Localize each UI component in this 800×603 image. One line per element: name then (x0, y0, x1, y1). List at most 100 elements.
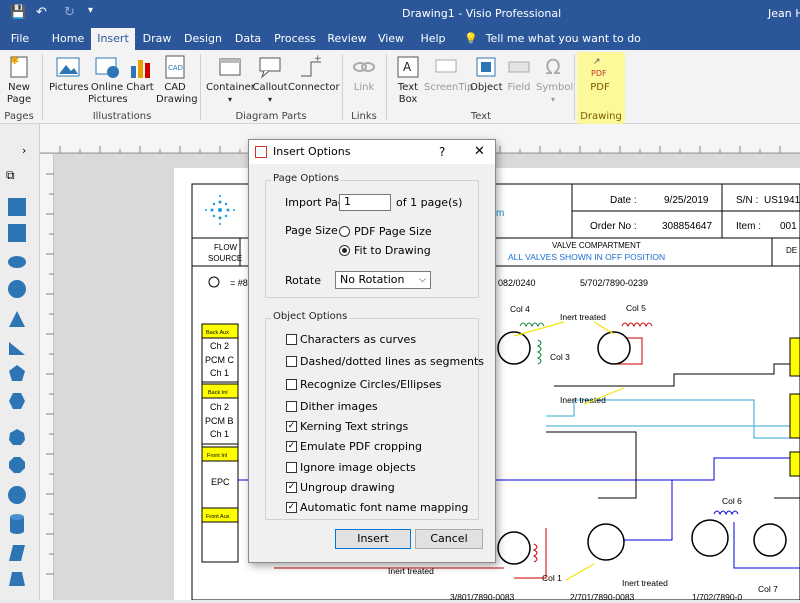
pentagon-shape[interactable] (8, 364, 26, 382)
user-name[interactable]: Jean Ha (768, 7, 800, 20)
tab-design[interactable]: Design (182, 28, 224, 50)
container-button[interactable]: Container ▾ (206, 54, 255, 106)
emulate-cropping-checkbox[interactable]: ✓ (286, 441, 297, 452)
tab-file[interactable]: File (6, 28, 34, 50)
save-icon[interactable]: 💾 (10, 5, 26, 20)
inert-treated-label: Inert treated (622, 578, 668, 588)
import-page-input[interactable]: 1 (339, 194, 391, 211)
back-inl-label: Back Inl (208, 390, 228, 396)
rectangle-shape[interactable] (8, 224, 26, 242)
trapezoid-shape[interactable] (8, 570, 26, 588)
part-number-bottom-3: 1/702/7890-0 (692, 592, 742, 600)
tab-draw[interactable]: Draw (140, 28, 174, 50)
help-button[interactable]: ? (439, 140, 445, 164)
heptagon-shape[interactable] (8, 428, 26, 446)
can-shape[interactable] (8, 514, 26, 534)
callout-button[interactable]: Callout ▾ (252, 54, 288, 106)
field-button[interactable]: Field (504, 54, 534, 94)
svg-text:CAD: CAD (168, 64, 183, 72)
insert-button[interactable]: Insert (335, 529, 411, 549)
cad-drawing-button[interactable]: CAD CAD Drawing (156, 54, 198, 106)
expand-panel-icon[interactable]: › (22, 144, 26, 157)
field-label: Field (507, 82, 531, 93)
shapes-stencil-icon[interactable]: ⧉ (6, 168, 15, 183)
right-triangle-shape[interactable] (8, 338, 26, 356)
link-button[interactable]: Link (350, 54, 378, 94)
ignore-images-label[interactable]: Ignore image objects (300, 461, 416, 474)
pdf-page-size-label[interactable]: PDF Page Size (354, 225, 432, 238)
online-pictures-button[interactable]: Online Pictures (88, 54, 128, 106)
pictures-button[interactable]: Pictures (49, 54, 89, 94)
ungroup-drawing-label[interactable]: Ungroup drawing (300, 481, 395, 494)
close-button[interactable]: ✕ (474, 140, 485, 164)
dialog-title-bar[interactable]: Insert Options ? ✕ (249, 140, 495, 164)
screentip-button[interactable]: ScreenTip (424, 54, 473, 94)
undo-icon[interactable]: ↶ (36, 5, 47, 20)
font-mapping-label[interactable]: Automatic font name mapping (300, 501, 468, 514)
ellipse-shape[interactable] (8, 256, 26, 268)
redo-icon[interactable]: ↻ (64, 5, 75, 20)
characters-as-curves-checkbox[interactable] (286, 334, 297, 345)
emulate-cropping-label[interactable]: Emulate PDF cropping (300, 440, 422, 453)
pdf-button[interactable]: ↗ PDF PDF (584, 54, 616, 94)
dashed-lines-checkbox[interactable] (286, 356, 297, 367)
dither-images-label[interactable]: Dither images (300, 400, 378, 413)
parallelogram-shape[interactable] (8, 544, 26, 562)
kerning-text-label[interactable]: Kerning Text strings (300, 420, 408, 433)
hexagon-shape[interactable] (8, 392, 26, 410)
pdf-page-size-radio[interactable] (339, 226, 350, 237)
ungroup-drawing-checkbox[interactable]: ✓ (286, 482, 297, 493)
pcm-b-label: PCM B (205, 416, 234, 426)
decagon-shape[interactable] (8, 486, 26, 504)
customize-toolbar-icon[interactable]: ▾ (88, 5, 93, 16)
pdf-file-icon (255, 146, 267, 158)
triangle-shape[interactable] (8, 310, 26, 328)
cancel-button[interactable]: Cancel (415, 529, 483, 549)
ch1-label: Ch 1 (210, 429, 229, 439)
fit-to-drawing-label[interactable]: Fit to Drawing (354, 244, 431, 257)
tab-insert[interactable]: Insert (91, 28, 135, 50)
recognize-circles-checkbox[interactable] (286, 379, 297, 390)
group-diagram-parts-label: Diagram Parts (235, 111, 307, 122)
octagon-shape[interactable] (8, 456, 26, 474)
rotate-value: No Rotation (340, 273, 405, 286)
col6-label: Col 6 (722, 496, 742, 506)
pdf-icon: ↗ PDF (587, 54, 613, 80)
order-value: 308854647 (662, 221, 712, 232)
recognize-circles-label[interactable]: Recognize Circles/Ellipses (300, 378, 441, 391)
object-button[interactable]: Object (470, 54, 503, 94)
characters-as-curves-label[interactable]: Characters as curves (300, 333, 416, 346)
square-shape[interactable] (8, 198, 26, 216)
tab-process[interactable]: Process (274, 28, 316, 50)
symbol-button[interactable]: Ω Symbol ▾ (536, 54, 573, 106)
col4-label: Col 4 (510, 304, 530, 314)
tab-home[interactable]: Home (50, 28, 86, 50)
pictures-icon (55, 54, 81, 80)
group-text-label: Text (470, 111, 492, 122)
screentip-icon (433, 54, 459, 80)
new-page-button[interactable]: ✱ New Page (4, 54, 34, 106)
ch1-label: Ch 1 (210, 368, 229, 378)
kerning-text-checkbox[interactable]: ✓ (286, 421, 297, 432)
tab-review[interactable]: Review (326, 28, 368, 50)
tab-data[interactable]: Data (232, 28, 264, 50)
fit-to-drawing-radio[interactable] (339, 245, 350, 256)
pictures-label: Pictures (49, 82, 89, 93)
back-aux-label: Back Aux (206, 330, 229, 336)
chart-button[interactable]: Chart (126, 54, 154, 94)
tab-view[interactable]: View (376, 28, 406, 50)
tell-me-search[interactable]: 💡 Tell me what you want to do (464, 32, 641, 45)
shapes-panel: › ⧉ (0, 124, 40, 600)
dashed-lines-label[interactable]: Dashed/dotted lines as segments (300, 355, 484, 368)
dither-images-checkbox[interactable] (286, 401, 297, 412)
tab-help[interactable]: Help (418, 28, 448, 50)
ignore-images-checkbox[interactable] (286, 462, 297, 473)
rotate-select[interactable]: No Rotation ⌵ (335, 271, 431, 289)
font-mapping-checkbox[interactable]: ✓ (286, 502, 297, 513)
coil-col3 (536, 339, 542, 365)
group-divider (342, 54, 343, 120)
page-size-label: Page Size (285, 224, 338, 237)
circle-shape[interactable] (8, 280, 26, 298)
text-box-button[interactable]: A Text Box (393, 54, 423, 106)
connector-button[interactable]: + Connector (288, 54, 340, 94)
